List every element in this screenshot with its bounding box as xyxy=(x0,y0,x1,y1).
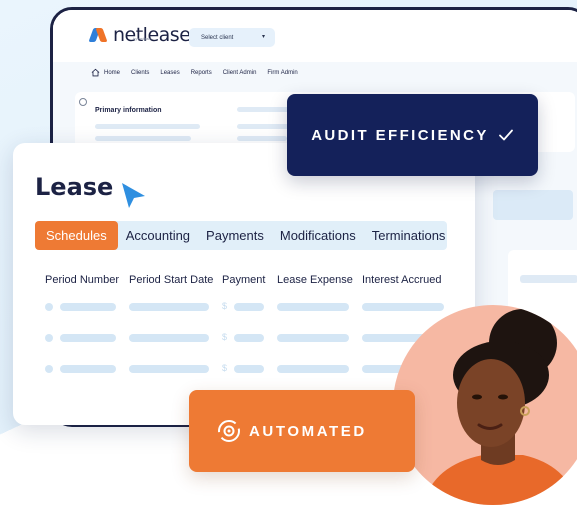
tab-schedules[interactable]: Schedules xyxy=(35,221,118,250)
cell-placeholder xyxy=(234,303,264,311)
nav-item-leases[interactable]: Leases xyxy=(160,70,179,76)
table-row: $ xyxy=(45,332,465,342)
main-nav: Home Clients Leases Reports Client Admin… xyxy=(91,68,309,77)
cell-placeholder xyxy=(277,365,349,373)
audit-efficiency-badge: AUDIT EFFICIENCY xyxy=(287,94,538,176)
person-illustration xyxy=(423,309,577,505)
lease-title: Lease xyxy=(35,173,114,201)
column-header-payment[interactable]: Payment xyxy=(222,274,265,286)
currency-symbol: $ xyxy=(222,332,228,342)
chevron-down-icon: ▾ xyxy=(261,34,265,40)
automated-badge: AUTOMATED xyxy=(189,390,415,472)
cursor-icon xyxy=(122,183,145,208)
row-marker xyxy=(45,365,53,373)
currency-symbol: $ xyxy=(222,363,228,373)
cell-placeholder xyxy=(60,365,116,373)
brand-name: netlease xyxy=(113,24,191,46)
row-marker xyxy=(45,334,53,342)
row-marker xyxy=(45,303,53,311)
automation-gear-icon xyxy=(218,420,240,442)
cell-placeholder xyxy=(234,365,264,373)
skeleton-line xyxy=(520,275,577,283)
automated-label: AUTOMATED xyxy=(249,422,367,440)
netlease-logo-icon xyxy=(88,25,109,45)
skeleton-line xyxy=(237,136,287,141)
cell-placeholder xyxy=(60,303,116,311)
skeleton-line xyxy=(95,136,191,141)
cell-placeholder xyxy=(129,365,209,373)
tab-payments[interactable]: Payments xyxy=(198,221,272,250)
person-photo xyxy=(393,305,577,505)
nav-item-firm-admin[interactable]: Firm Admin xyxy=(267,70,297,76)
nav-item-clients[interactable]: Clients xyxy=(131,70,149,76)
lease-tabs: Schedules Accounting Payments Modificati… xyxy=(35,221,447,250)
panel-title: Primary information xyxy=(95,107,162,114)
checkmark-icon xyxy=(498,129,513,141)
column-header-lease-expense[interactable]: Lease Expense xyxy=(277,274,353,286)
netlease-logo[interactable]: netlease xyxy=(88,24,191,46)
currency-symbol: $ xyxy=(222,301,228,311)
tab-terminations[interactable]: Terminations xyxy=(364,221,454,250)
info-icon xyxy=(79,98,87,106)
column-header-interest-accrued[interactable]: Interest Accrued xyxy=(362,274,442,286)
audit-efficiency-label: AUDIT EFFICIENCY xyxy=(311,126,489,144)
tab-modifications[interactable]: Modifications xyxy=(272,221,364,250)
client-select-value: Select client xyxy=(201,34,234,41)
cell-placeholder xyxy=(234,334,264,342)
cell-placeholder xyxy=(277,334,349,342)
nav-label-home: Home xyxy=(104,69,121,76)
table-header: Period Number Period Start Date Payment … xyxy=(45,274,465,288)
brand-subtitle: by netgain xyxy=(133,36,152,41)
skeleton-line xyxy=(95,124,200,129)
skeleton-line xyxy=(237,124,292,129)
tab-accounting[interactable]: Accounting xyxy=(118,221,198,250)
table-row: $ xyxy=(45,301,465,311)
column-header-period-number[interactable]: Period Number xyxy=(45,274,119,286)
home-icon xyxy=(91,68,100,77)
cell-placeholder xyxy=(277,303,349,311)
nav-item-client-admin[interactable]: Client Admin xyxy=(223,70,257,76)
cell-placeholder xyxy=(362,303,444,311)
skeleton-block xyxy=(493,190,573,220)
client-select[interactable]: Select client ▾ xyxy=(189,28,275,47)
app-header: netlease by netgain Select client ▾ xyxy=(53,10,577,62)
nav-item-home[interactable]: Home xyxy=(91,68,120,77)
nav-item-reports[interactable]: Reports xyxy=(191,70,212,76)
cell-placeholder xyxy=(60,334,116,342)
cell-placeholder xyxy=(129,334,209,342)
column-header-period-start-date[interactable]: Period Start Date xyxy=(129,274,213,286)
cell-placeholder xyxy=(129,303,209,311)
